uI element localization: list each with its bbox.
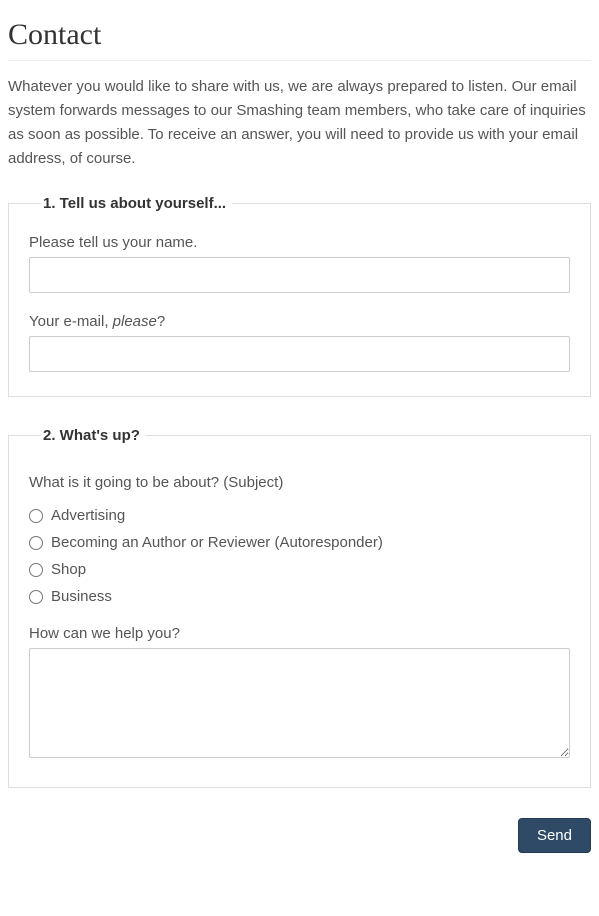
radio-business-input[interactable] bbox=[29, 590, 43, 604]
legend-about-you: 1. Tell us about yourself... bbox=[41, 195, 232, 212]
subject-radio-group: Advertising Becoming an Author or Review… bbox=[29, 507, 570, 605]
radio-advertising[interactable]: Advertising bbox=[29, 507, 570, 524]
radio-author-input[interactable] bbox=[29, 536, 43, 550]
radio-shop-label: Shop bbox=[51, 561, 86, 578]
send-button[interactable]: Send bbox=[518, 818, 591, 853]
radio-advertising-input[interactable] bbox=[29, 509, 43, 523]
radio-author-label: Becoming an Author or Reviewer (Autoresp… bbox=[51, 534, 383, 551]
radio-business[interactable]: Business bbox=[29, 588, 570, 605]
name-label: Please tell us your name. bbox=[29, 234, 570, 251]
radio-shop[interactable]: Shop bbox=[29, 561, 570, 578]
fieldset-whats-up: 2. What's up? What is it going to be abo… bbox=[8, 427, 591, 788]
intro-text: Whatever you would like to share with us… bbox=[8, 75, 591, 171]
page-title: Contact bbox=[8, 18, 591, 61]
radio-business-label: Business bbox=[51, 588, 112, 605]
email-label: Your e-mail, please? bbox=[29, 313, 570, 330]
subject-label: What is it going to be about? (Subject) bbox=[29, 474, 570, 491]
email-input[interactable] bbox=[29, 336, 570, 372]
message-label: How can we help you? bbox=[29, 625, 570, 642]
radio-shop-input[interactable] bbox=[29, 563, 43, 577]
radio-author[interactable]: Becoming an Author or Reviewer (Autoresp… bbox=[29, 534, 570, 551]
contact-form: 1. Tell us about yourself... Please tell… bbox=[8, 195, 591, 853]
name-input[interactable] bbox=[29, 257, 570, 293]
legend-whats-up: 2. What's up? bbox=[41, 427, 146, 444]
fieldset-about-you: 1. Tell us about yourself... Please tell… bbox=[8, 195, 591, 397]
radio-advertising-label: Advertising bbox=[51, 507, 125, 524]
message-textarea[interactable] bbox=[29, 648, 570, 758]
